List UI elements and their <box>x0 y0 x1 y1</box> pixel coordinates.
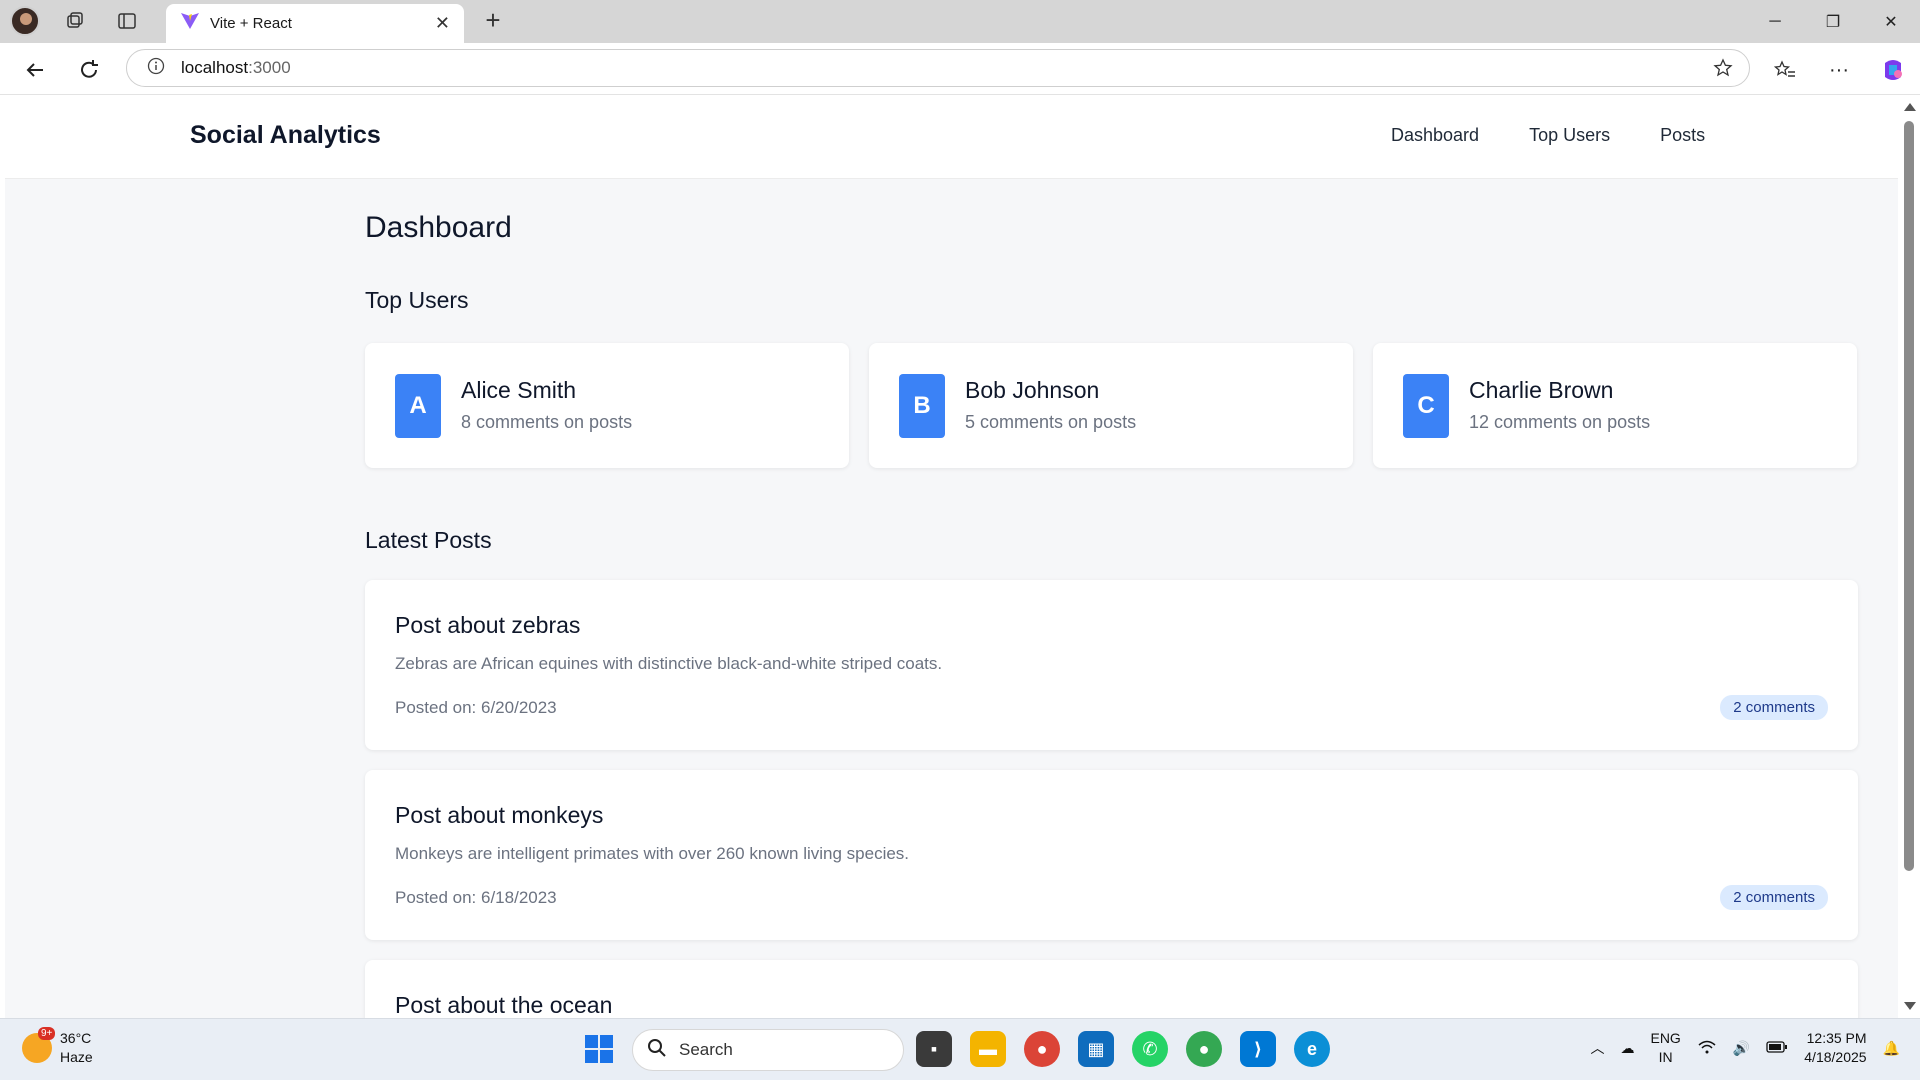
close-tab-icon[interactable]: ✕ <box>435 13 450 34</box>
back-button[interactable] <box>18 53 52 87</box>
wifi-icon[interactable] <box>1697 1039 1717 1058</box>
comment-count-badge: 2 comments <box>1720 695 1828 720</box>
avatar: A <box>395 374 441 438</box>
chrome-icon[interactable]: ● <box>1024 1031 1060 1067</box>
post-body: Zebras are African equines with distinct… <box>395 654 943 673</box>
taskbar: 9+ 36°C Haze Search ▪ ▬ ● ▦ ✆ ● ⟩ e ︿ ☁ … <box>0 1018 1920 1080</box>
post-card[interactable]: Post about zebras Zebras are African equ… <box>365 580 1858 750</box>
latest-posts-heading: Latest Posts <box>365 527 492 553</box>
chrome-profile-icon[interactable]: ● <box>1186 1031 1222 1067</box>
weather-condition: Haze <box>60 1049 93 1065</box>
top-users-heading: Top Users <box>365 287 469 313</box>
page-viewport: Social Analytics Dashboard Top Users Pos… <box>5 95 1898 1018</box>
vite-logo-icon <box>180 11 200 36</box>
top-nav: Dashboard Top Users Posts <box>1391 125 1705 146</box>
refresh-button[interactable] <box>72 53 106 87</box>
browser-toolbar: localhost:3000 ··· <box>0 43 1920 95</box>
post-title: Post about the ocean <box>395 992 613 1018</box>
user-name: Alice Smith <box>461 377 577 403</box>
brand-title[interactable]: Social Analytics <box>190 121 381 150</box>
post-card[interactable]: Post about the ocean <box>365 960 1858 1018</box>
app-header: Social Analytics Dashboard Top Users Pos… <box>5 95 1898 179</box>
language-code: ENG <box>1650 1030 1681 1046</box>
microsoft-store-icon[interactable]: ▦ <box>1078 1031 1114 1067</box>
user-comment-count: 5 comments on posts <box>965 412 1137 432</box>
post-card[interactable]: Post about monkeys Monkeys are intellige… <box>365 770 1858 940</box>
show-hidden-icons-icon[interactable]: ︿ <box>1590 1038 1604 1058</box>
search-icon <box>647 1038 667 1063</box>
nav-top-users[interactable]: Top Users <box>1529 125 1610 146</box>
clock[interactable]: 12:35 PM 4/18/2025 <box>1804 1029 1866 1067</box>
user-name: Charlie Brown <box>1469 377 1614 403</box>
post-title: Post about zebras <box>395 612 581 638</box>
weather-widget[interactable]: 9+ 36°C Haze <box>22 1027 93 1067</box>
minimize-button[interactable]: ─ <box>1746 0 1804 43</box>
avatar: B <box>899 374 945 438</box>
scrollbar-thumb[interactable] <box>1904 121 1914 871</box>
notification-badge: 9+ <box>38 1027 56 1040</box>
workspaces-icon[interactable] <box>58 6 92 36</box>
page-title: Dashboard <box>365 211 512 244</box>
address-host: localhost <box>181 58 249 77</box>
post-date: Posted on: 6/18/2023 <box>395 888 557 907</box>
top-users-list: A Alice Smith 8 comments on posts B Bob … <box>365 343 1858 468</box>
address-port: :3000 <box>248 58 291 77</box>
language-indicator[interactable]: ENG IN <box>1650 1029 1680 1067</box>
nav-dashboard[interactable]: Dashboard <box>1391 125 1479 146</box>
taskbar-search[interactable]: Search <box>632 1029 904 1071</box>
user-comment-count: 12 comments on posts <box>1469 412 1651 432</box>
notifications-icon[interactable]: 🔔 <box>1883 1040 1900 1057</box>
restore-button[interactable]: ❐ <box>1804 0 1862 43</box>
search-placeholder: Search <box>679 1040 733 1059</box>
taskbar-apps: ▪ ▬ ● ▦ ✆ ● ⟩ e <box>916 1031 1330 1067</box>
task-view-icon[interactable]: ▪ <box>916 1031 952 1067</box>
browser-titlebar: Vite + React ✕ + ─ ❐ ✕ <box>0 0 1920 43</box>
page-scrollbar[interactable] <box>1898 95 1920 1018</box>
scroll-up-icon[interactable] <box>1904 103 1916 111</box>
clock-time: 12:35 PM <box>1806 1030 1867 1046</box>
copilot-icon[interactable] <box>1876 53 1910 87</box>
start-button[interactable] <box>585 1035 613 1063</box>
post-title: Post about monkeys <box>395 802 604 828</box>
tab-vite-react[interactable]: Vite + React ✕ <box>166 4 464 43</box>
region-code: IN <box>1658 1049 1673 1065</box>
weather-temperature: 36°C <box>60 1030 92 1046</box>
new-tab-button[interactable]: + <box>478 6 508 36</box>
edge-icon[interactable]: e <box>1294 1031 1330 1067</box>
user-card[interactable]: B Bob Johnson 5 comments on posts <box>869 343 1353 468</box>
volume-icon[interactable]: 🔊 <box>1733 1040 1750 1057</box>
user-card[interactable]: C Charlie Brown 12 comments on posts <box>1373 343 1857 468</box>
more-options-icon[interactable]: ··· <box>1822 53 1856 87</box>
close-window-button[interactable]: ✕ <box>1862 0 1920 43</box>
tab-title: Vite + React <box>210 15 292 32</box>
nav-posts[interactable]: Posts <box>1660 125 1705 146</box>
user-card[interactable]: A Alice Smith 8 comments on posts <box>365 343 849 468</box>
comment-count-badge: 2 comments <box>1720 885 1828 910</box>
whatsapp-icon[interactable]: ✆ <box>1132 1031 1168 1067</box>
favorite-star-icon[interactable] <box>1713 58 1733 83</box>
vscode-icon[interactable]: ⟩ <box>1240 1031 1276 1067</box>
user-comment-count: 8 comments on posts <box>461 412 633 432</box>
file-explorer-icon[interactable]: ▬ <box>970 1031 1006 1067</box>
avatar: C <box>1403 374 1449 438</box>
post-date: Posted on: 6/20/2023 <box>395 698 557 717</box>
battery-icon[interactable] <box>1766 1040 1788 1057</box>
onedrive-icon[interactable]: ☁ <box>1620 1040 1634 1057</box>
profile-avatar[interactable] <box>10 6 40 36</box>
system-tray: ︿ ☁ ENG IN 🔊 12:35 PM 4/18/2025 🔔 <box>1590 1029 1900 1067</box>
vertical-tabs-icon[interactable] <box>110 6 144 36</box>
weather-sun-icon: 9+ <box>22 1027 56 1063</box>
user-name: Bob Johnson <box>965 377 1100 403</box>
site-info-icon[interactable] <box>147 57 165 80</box>
address-bar[interactable]: localhost:3000 <box>126 49 1750 87</box>
post-body: Monkeys are intelligent primates with ov… <box>395 844 910 863</box>
clock-date: 4/18/2025 <box>1804 1049 1867 1065</box>
favorites-icon[interactable] <box>1768 53 1802 87</box>
scroll-down-icon[interactable] <box>1904 1002 1916 1010</box>
